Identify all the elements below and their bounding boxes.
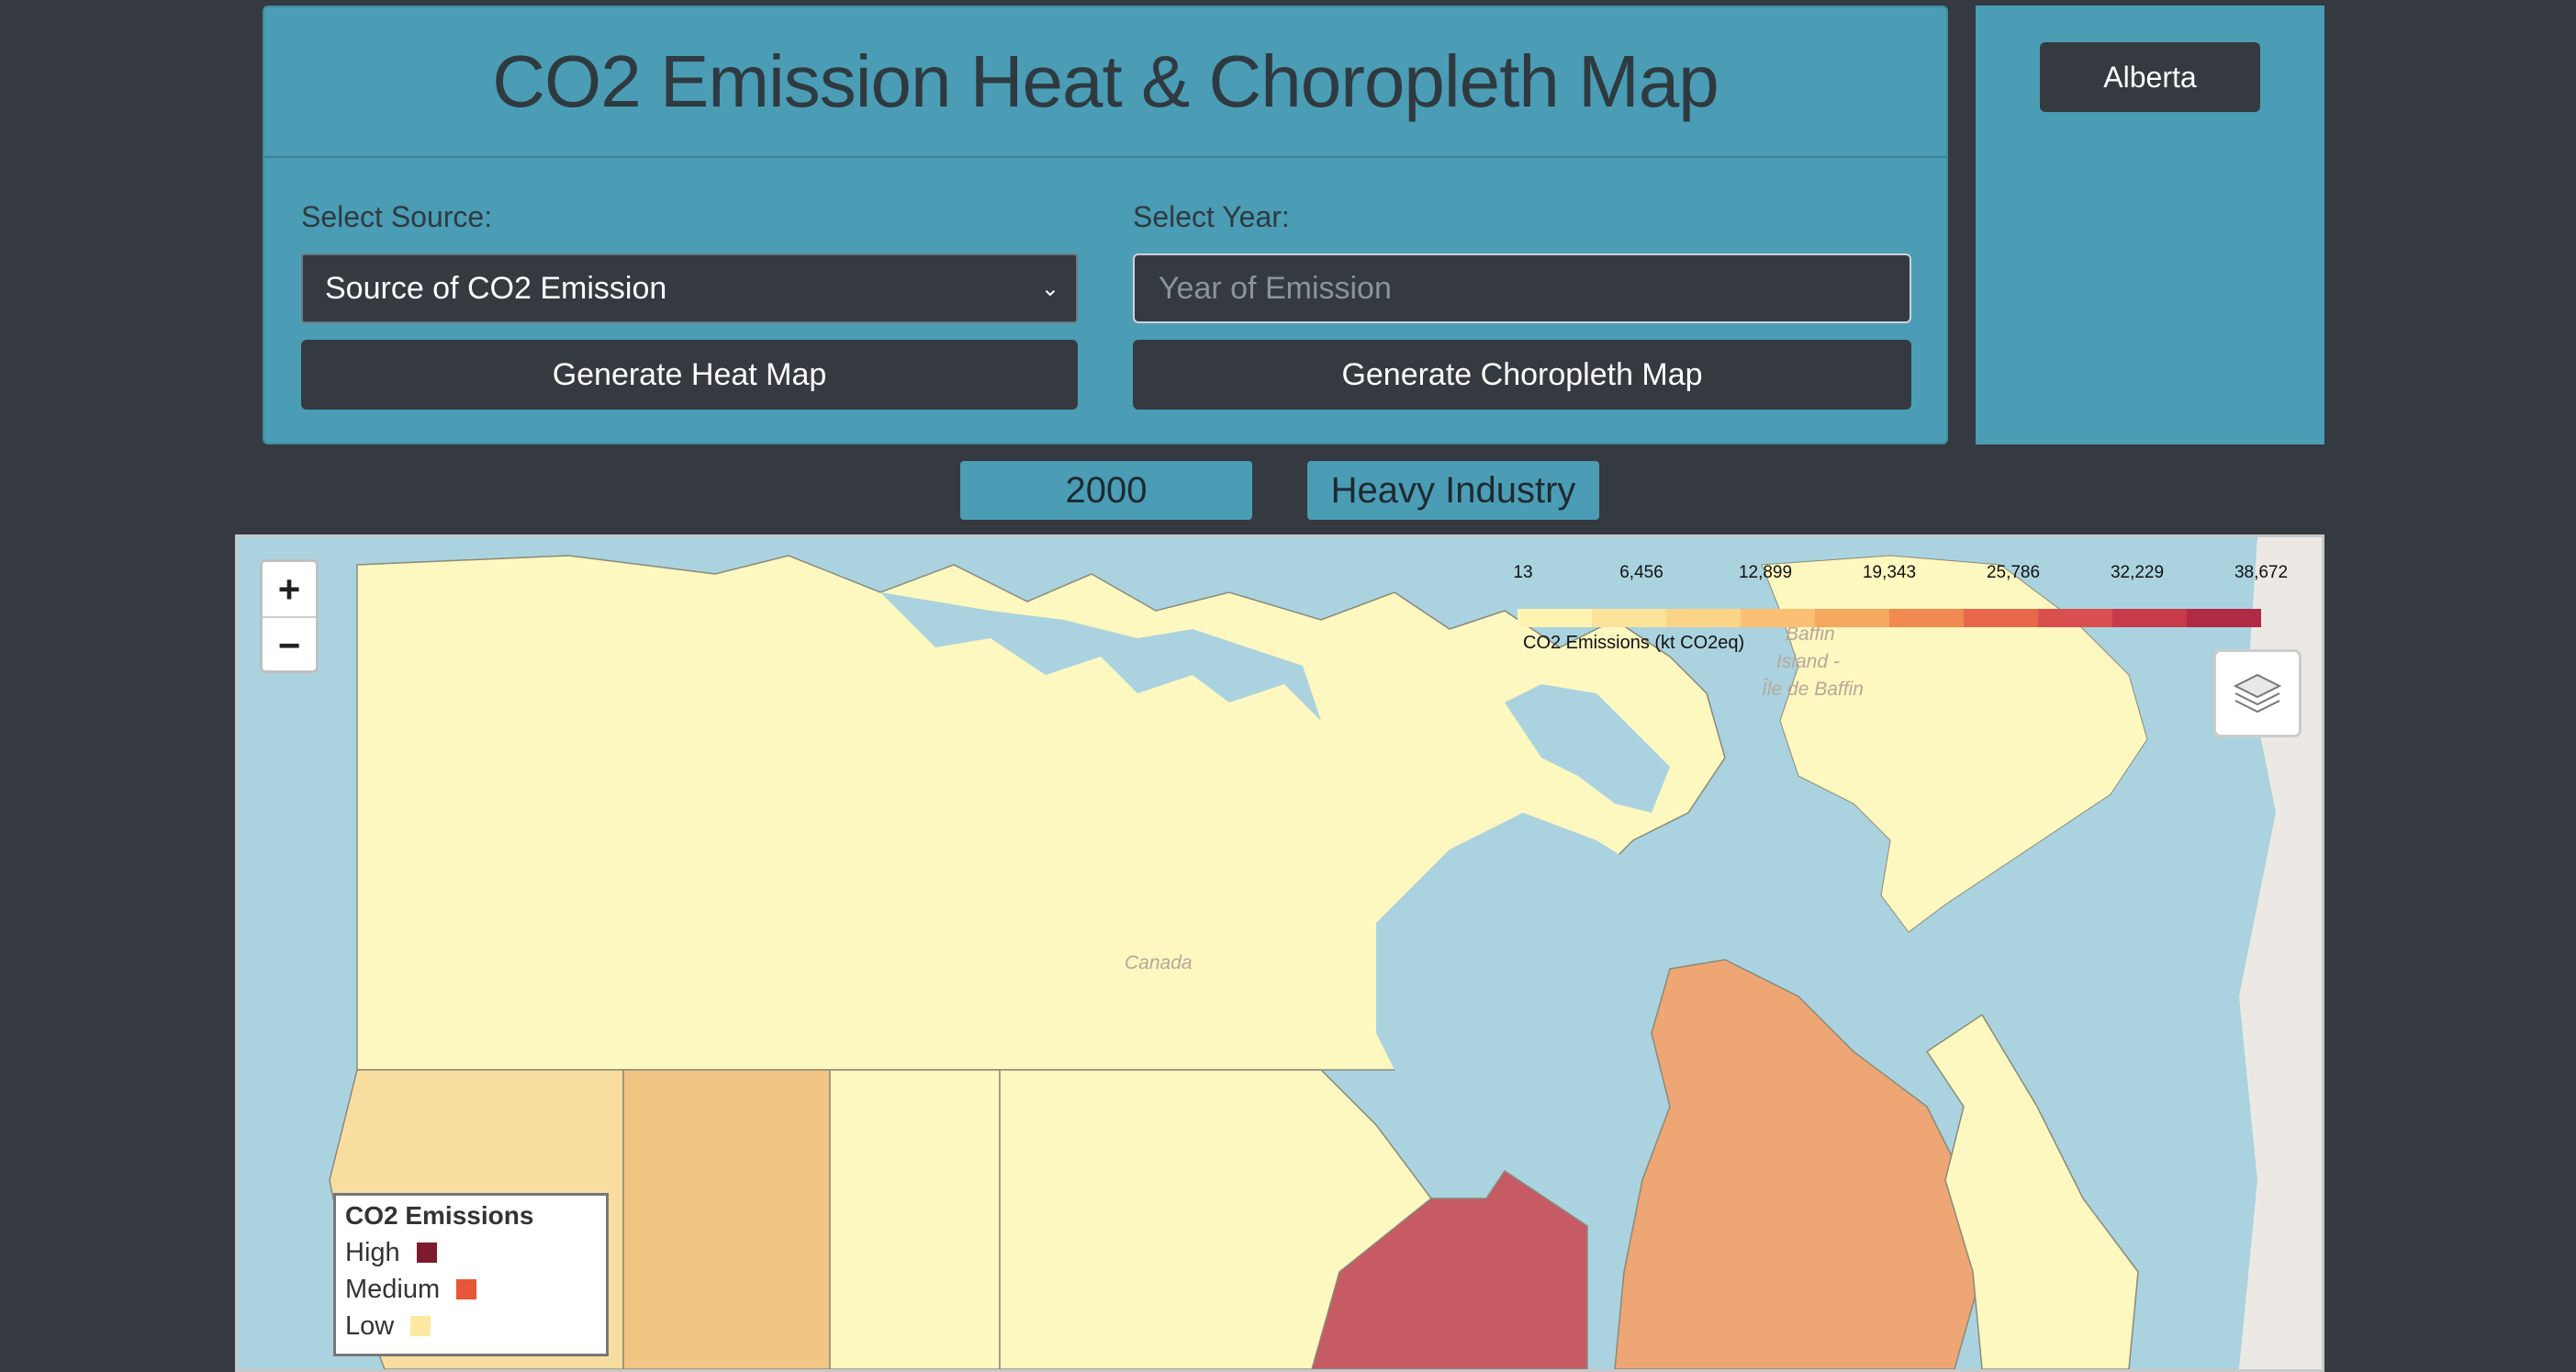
zoom-in-button[interactable]: +: [263, 562, 316, 616]
control-card: CO2 Emission Heat & Choropleth Map Selec…: [263, 6, 1948, 444]
year-label: Select Year:: [1133, 200, 1290, 233]
colorbar-segment: [1592, 609, 1666, 627]
colorbar-segment: [2187, 609, 2261, 627]
colorbar-segment: [1518, 609, 1592, 627]
chevron-down-icon: ⌄: [1040, 276, 1059, 301]
legend-label-low: Low: [345, 1310, 395, 1341]
colorbar-tick: 25,786: [1986, 563, 2041, 582]
colorbar-segment: [1815, 609, 1889, 627]
colorbar-segment: [2112, 609, 2187, 627]
legend-swatch-high: [416, 1243, 437, 1263]
zoom-control: + −: [260, 559, 319, 673]
colorbar-tick: 6,456: [1619, 563, 1663, 582]
source-badge: Heavy Industry: [1307, 461, 1599, 520]
year-input[interactable]: Year of Emission: [1133, 253, 1911, 323]
legend-item-low: Low: [345, 1308, 597, 1344]
zoom-out-button[interactable]: −: [263, 618, 316, 672]
map-label-country: Canada: [1125, 952, 1193, 973]
map-label-island-fr: Island -: [1776, 651, 1840, 672]
source-label: Select Source:: [301, 200, 493, 233]
legend-swatch-medium: [456, 1279, 477, 1299]
colorbar-segment: [1666, 609, 1741, 627]
legend-item-medium: Medium: [345, 1271, 597, 1308]
region-alberta: [622, 1069, 831, 1369]
year-input-placeholder: Year of Emission: [1159, 270, 1392, 306]
province-button-alberta[interactable]: Alberta: [2040, 42, 2260, 112]
colorbar-ticks: 13 6,456 12,899 19,343 25,786 32,229 38,672: [1513, 563, 2303, 585]
colorbar-gradient: [1518, 609, 2261, 627]
legend-item-high: High: [345, 1234, 597, 1271]
colorbar-segment: [2038, 609, 2112, 627]
emissions-legend: CO2 Emissions High Medium Low: [333, 1193, 609, 1356]
colorbar-segment: [1964, 609, 2038, 627]
source-select[interactable]: Source of CO2 Emission ⌄: [301, 253, 1078, 323]
legend-label-medium: Medium: [345, 1274, 441, 1304]
colorbar-tick: 12,899: [1738, 563, 1793, 582]
legend-swatch-low: [410, 1316, 431, 1336]
generate-choropleth-map-button[interactable]: Generate Choropleth Map: [1133, 340, 1911, 410]
source-select-value: Source of CO2 Emission: [325, 270, 667, 306]
page-title: CO2 Emission Heat & Choropleth Map: [492, 40, 1719, 122]
map-view[interactable]: Canada Baffin Island - Île de Baffin + −…: [235, 534, 2324, 1372]
map-label-island-fr2: Île de Baffin: [1762, 679, 1864, 700]
colorbar-tick: 38,672: [2234, 563, 2289, 582]
layers-icon: [2233, 673, 2282, 714]
colorbar-segment: [1889, 609, 1964, 627]
card-header: CO2 Emission Heat & Choropleth Map: [264, 7, 1946, 158]
colorbar-legend: 13 6,456 12,899 19,343 25,786 32,229 38,672 CO…: [1513, 563, 2303, 653]
legend-label-high: High: [345, 1237, 400, 1267]
province-panel: Alberta: [1976, 6, 2324, 444]
colorbar-segment: [1741, 609, 1815, 627]
colorbar-tick: 13: [1513, 563, 1533, 582]
region-saskatchewan: [829, 1069, 1001, 1369]
generate-heat-map-button[interactable]: Generate Heat Map: [301, 340, 1078, 410]
layers-control-button[interactable]: [2213, 649, 2302, 737]
colorbar-caption: CO2 Emissions (kt CO2eq): [1523, 633, 1745, 653]
legend-title: CO2 Emissions: [345, 1201, 534, 1230]
region-quebec: [1614, 959, 1983, 1369]
colorbar-tick: 32,229: [2110, 563, 2165, 582]
year-badge: 2000: [960, 461, 1252, 520]
colorbar-tick: 19,343: [1862, 563, 1917, 582]
